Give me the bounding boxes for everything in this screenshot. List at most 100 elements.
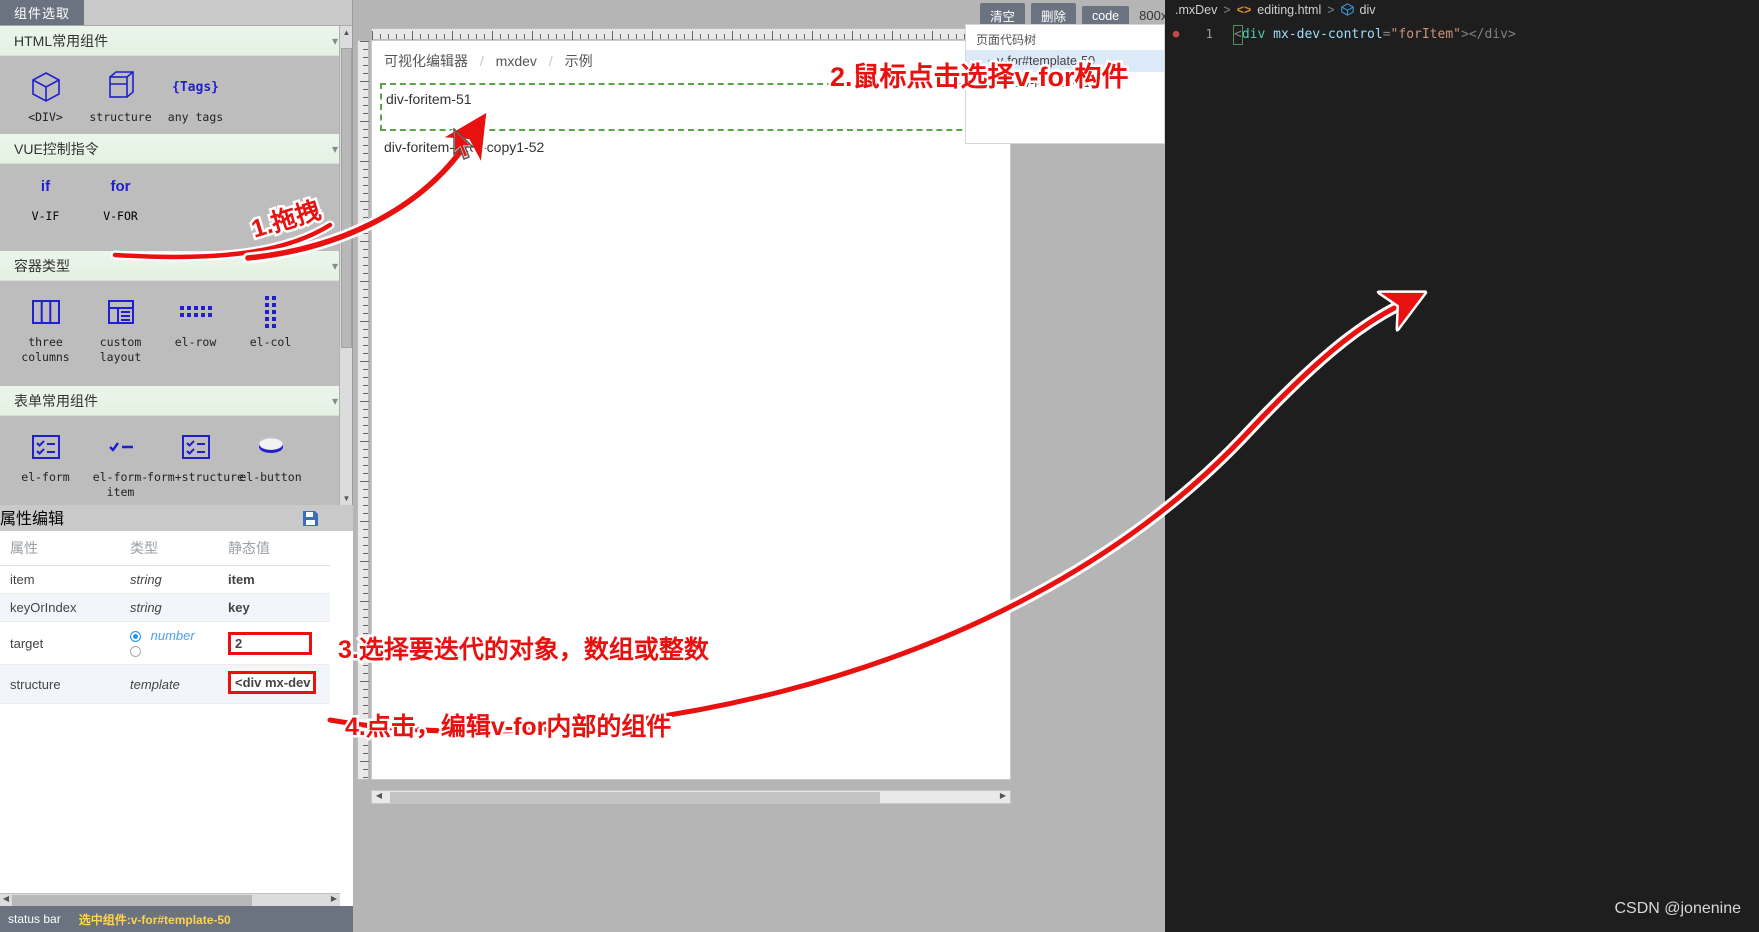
ruler-tick xyxy=(363,73,368,74)
table-row[interactable]: structure template <div mx-dev xyxy=(0,664,330,704)
component-three-columns[interactable]: three columns xyxy=(8,295,83,364)
component-custom-layout[interactable]: custom layout xyxy=(83,295,158,364)
component-any-tags[interactable]: {Tags} any tags xyxy=(158,70,233,125)
component-el-form[interactable]: el-form xyxy=(8,430,83,499)
form-icon xyxy=(31,430,61,464)
save-icon[interactable] xyxy=(302,505,353,531)
ruler-tick xyxy=(360,241,369,242)
component-form-structure[interactable]: form+structure xyxy=(147,430,244,499)
section-header-html[interactable]: HTML常用组件 ▾ xyxy=(0,26,352,56)
ruler-tick xyxy=(556,34,557,39)
cube-icon xyxy=(31,70,61,104)
chevron-down-icon[interactable]: ▾ xyxy=(332,394,338,408)
property-value-cell[interactable]: <div mx-dev xyxy=(218,664,330,704)
component-div[interactable]: <DIV> xyxy=(8,70,83,124)
property-value-cell[interactable]: 2 xyxy=(218,621,330,665)
ruler-tick xyxy=(444,34,445,39)
breadcrumb-item-element[interactable]: div xyxy=(1360,3,1376,17)
breadcrumb-item-editor[interactable]: 可视化编辑器 xyxy=(384,53,468,69)
ruler-tick xyxy=(363,473,368,474)
table-header-row: 属性 类型 静态值 xyxy=(0,531,330,566)
ruler-tick xyxy=(363,337,368,338)
component-el-col[interactable]: el-col xyxy=(233,295,308,364)
scroll-down-arrow-icon[interactable]: ▼ xyxy=(342,494,351,503)
radio-number-selected[interactable] xyxy=(130,631,141,643)
ruler-tick xyxy=(372,31,373,40)
scroll-right-arrow-icon[interactable]: ▶ xyxy=(328,894,340,903)
ruler-tick xyxy=(700,34,701,39)
code-line-1[interactable]: ● 1 <div mx-dev-control="forItem"></div> xyxy=(1165,20,1759,45)
radio-array-unselected[interactable] xyxy=(130,646,141,658)
component-label: el-col xyxy=(249,335,292,350)
breadcrumb-separator: > xyxy=(1327,3,1335,17)
chevron-down-icon[interactable]: ▾ xyxy=(332,142,338,156)
component-structure[interactable]: structure xyxy=(83,70,158,124)
scrollbar-thumb[interactable] xyxy=(12,895,252,906)
scroll-left-arrow-icon[interactable]: ◀ xyxy=(372,791,386,800)
property-type-label: number xyxy=(150,628,195,643)
ruler-tick xyxy=(360,761,369,762)
section-body-container: three columns custom layout el-row el-co… xyxy=(0,281,352,387)
ruler-tick xyxy=(363,145,368,146)
ruler-tick xyxy=(500,34,501,39)
scroll-up-arrow-icon[interactable]: ▲ xyxy=(342,28,351,37)
ruler-tick xyxy=(363,65,368,66)
section-body-form: el-form el-form-item form+structure el-b… xyxy=(0,416,352,505)
component-el-row[interactable]: el-row xyxy=(158,295,233,364)
breadcrumb-item-project[interactable]: .mxDev xyxy=(1175,3,1217,17)
target-value-input[interactable]: 2 xyxy=(228,631,312,655)
component-picker-panel: 组件选取 HTML常用组件 ▾ <DIV> structure {Tags} a… xyxy=(0,0,353,932)
scrollbar-thumb[interactable] xyxy=(341,48,352,348)
breadcrumb-item-example[interactable]: 示例 xyxy=(565,53,593,69)
table-row[interactable]: target number 2 xyxy=(0,621,330,665)
scroll-right-arrow-icon[interactable]: ▶ xyxy=(996,791,1010,800)
ruler-tick xyxy=(804,34,805,39)
ruler-tick xyxy=(916,34,917,39)
ruler-tick xyxy=(820,34,821,39)
annotation-step-4: 4.点击，编辑v-for内部的组件 xyxy=(342,711,673,744)
component-v-for[interactable]: for V-FOR xyxy=(83,178,158,223)
scrollbar-thumb[interactable] xyxy=(390,792,880,803)
ruler-tick xyxy=(452,31,453,40)
section-header-container[interactable]: 容器类型 ▾ xyxy=(0,251,352,282)
breadcrumb-item-mxdev[interactable]: mxdev xyxy=(496,53,537,69)
structure-value-link[interactable]: <div mx-dev xyxy=(228,671,316,694)
section-title-container: 容器类型 xyxy=(14,257,70,274)
property-value[interactable]: key xyxy=(218,593,330,622)
ruler-tick xyxy=(956,34,957,39)
breadcrumb-item-file[interactable]: editing.html xyxy=(1257,3,1321,17)
breakpoint-dot[interactable]: ● xyxy=(1165,25,1187,43)
ruler-tick xyxy=(396,34,397,39)
tab-component-picker[interactable]: 组件选取 xyxy=(0,0,85,25)
component-label: structure xyxy=(89,110,152,124)
ruler-tick xyxy=(428,34,429,39)
component-v-if[interactable]: if V-IF xyxy=(8,178,83,223)
scroll-left-arrow-icon[interactable]: ◀ xyxy=(0,894,12,903)
col-property: 属性 xyxy=(0,531,120,566)
ruler-tick xyxy=(876,34,877,39)
component-list-scrollbar[interactable]: ▲ ▼ xyxy=(339,26,352,505)
if-keyword-icon: if xyxy=(40,178,51,196)
code-text[interactable]: <div mx-dev-control="forItem"></div> xyxy=(1213,25,1516,45)
table-row[interactable]: item string item xyxy=(0,565,330,594)
property-type: number xyxy=(120,621,218,665)
component-el-button[interactable]: el-button xyxy=(233,430,308,499)
ruler-tick xyxy=(940,34,941,39)
tab-property-editor[interactable]: 属性编辑 xyxy=(0,505,64,531)
property-value[interactable]: item xyxy=(218,565,330,594)
section-header-form[interactable]: 表单常用组件 ▾ xyxy=(0,386,352,417)
chevron-down-icon[interactable]: ▾ xyxy=(332,34,338,48)
canvas-hscrollbar[interactable]: ◀ ▶ xyxy=(371,790,1011,804)
ruler-tick xyxy=(363,673,368,674)
property-editor-panel: 属性编辑 属性 类型 静态值 item string item keyOrInd… xyxy=(0,505,353,932)
ruler-tick xyxy=(363,57,368,58)
property-table-hscrollbar[interactable]: ◀ ▶ xyxy=(0,893,340,906)
ruler-tick xyxy=(360,401,369,402)
section-header-vue[interactable]: VUE控制指令 ▾ xyxy=(0,134,352,165)
chevron-down-icon[interactable]: ▾ xyxy=(332,259,338,273)
vertical-ruler xyxy=(357,40,369,780)
code-button[interactable]: code xyxy=(1082,5,1130,26)
table-row[interactable]: keyOrIndex string key xyxy=(0,593,330,622)
structure-cube-icon xyxy=(106,70,136,104)
component-el-form-item[interactable]: el-form-item xyxy=(83,430,158,499)
